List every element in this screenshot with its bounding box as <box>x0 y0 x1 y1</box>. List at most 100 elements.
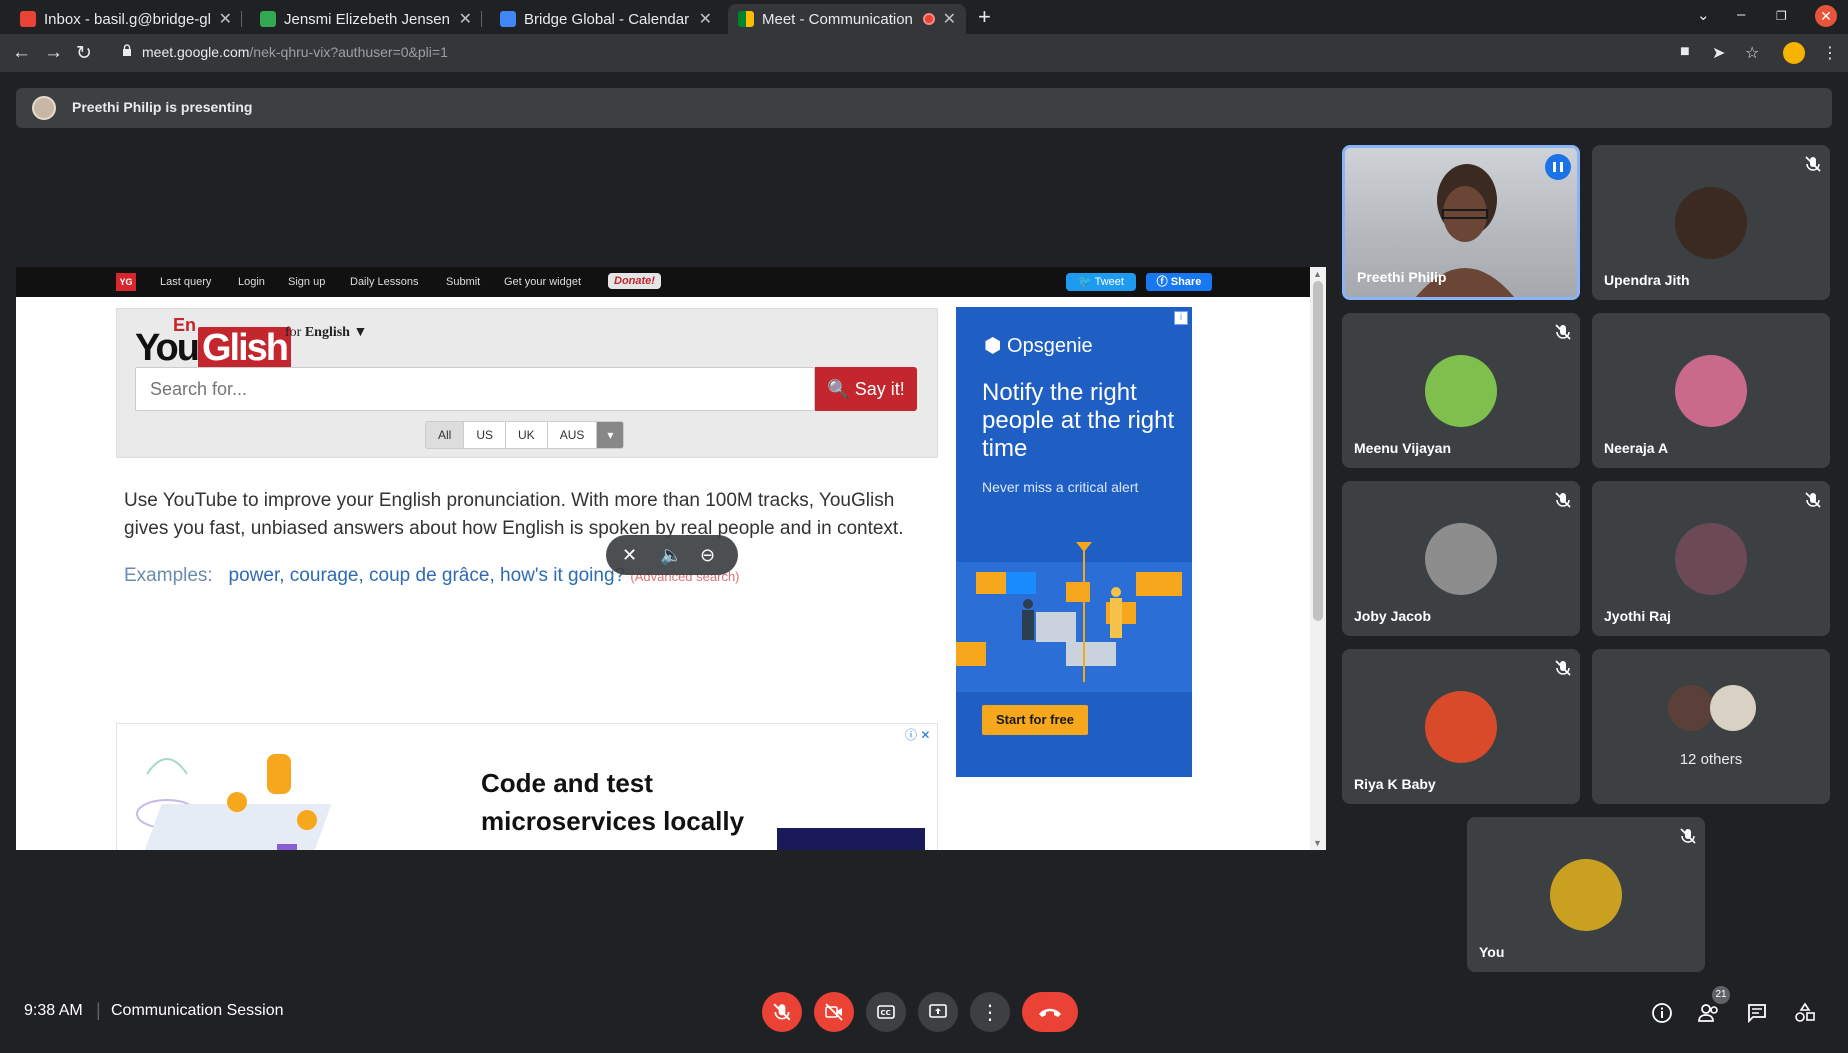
close-tab-icon[interactable]: ✕ <box>459 9 472 29</box>
star-icon[interactable]: ☆ <box>1745 43 1759 63</box>
nav-sign-up[interactable]: Sign up <box>288 276 325 288</box>
microservices-ad[interactable]: Code and test microservices locally ⓘ ✕ <box>116 723 938 850</box>
accent-dropdown-icon[interactable]: ▾ <box>597 422 624 448</box>
participant-tile-riya-k-baby[interactable]: Riya K Baby <box>1342 649 1580 804</box>
tab-calendar[interactable]: Bridge Global - Calendar ✕ <box>490 4 722 34</box>
participant-tile-others[interactable]: 12 others <box>1592 649 1830 804</box>
menu-icon[interactable]: ⋮ <box>1822 43 1838 63</box>
facebook-icon: ⓕ <box>1156 276 1168 288</box>
camera-toggle-button[interactable] <box>814 992 854 1032</box>
nav-daily-lessons[interactable]: Daily Lessons <box>350 276 418 288</box>
participant-tile-upendra-jith[interactable]: Upendra Jith <box>1592 145 1830 300</box>
tab-gmail[interactable]: Inbox - basil.g@bridge-gl ✕ <box>10 4 242 34</box>
restore-button[interactable]: ❐ <box>1776 9 1787 23</box>
svg-text:CC: CC <box>881 1009 891 1017</box>
people-icon[interactable] <box>1697 1002 1721 1024</box>
participant-tile-meenu-vijayan[interactable]: Meenu Vijayan <box>1342 313 1580 468</box>
address-bar[interactable]: meet.google.com/nek-qhru-vix?authuser=0&… <box>110 38 1675 68</box>
new-tab-button[interactable]: + <box>978 4 991 30</box>
chat-icon[interactable] <box>1746 1002 1768 1024</box>
example-links[interactable]: power, courage, coup de grâce, how's it … <box>229 565 626 586</box>
tab-jensmi[interactable]: Jensmi Elizebeth Jensen ✕ <box>250 4 482 34</box>
captions-button[interactable]: CC <box>866 992 906 1032</box>
calendar-icon <box>500 11 516 27</box>
participant-name: Upendra Jith <box>1604 272 1690 288</box>
participant-name: Neeraja A <box>1604 440 1669 456</box>
more-options-button[interactable]: ⋮ <box>970 992 1010 1032</box>
youglish-nav: YG Last query Login Sign up Daily Lesson… <box>16 267 1326 297</box>
info-icon[interactable] <box>1651 1002 1673 1024</box>
minimize-icon[interactable]: ⊖ <box>700 545 715 566</box>
browser-toolbar: ← → ↻ meet.google.com/nek-qhru-vix?authu… <box>0 34 1848 72</box>
avatar <box>1425 355 1497 427</box>
browser-tab-bar: Inbox - basil.g@bridge-gl ✕ Jensmi Elize… <box>0 0 1848 34</box>
participant-tile-joby-jacob[interactable]: Joby Jacob <box>1342 481 1580 636</box>
accent-aus[interactable]: AUS <box>547 422 598 448</box>
donate-button[interactable]: Donate! <box>608 273 661 289</box>
nav-get-widget[interactable]: Get your widget <box>504 276 581 288</box>
avatar <box>1675 355 1747 427</box>
send-icon[interactable]: ➤ <box>1712 43 1725 63</box>
participant-name: Preethi Philip <box>1357 269 1447 285</box>
nav-login[interactable]: Login <box>238 276 265 288</box>
ad-cta-button[interactable] <box>777 828 925 850</box>
participant-tile-you[interactable]: You <box>1467 817 1705 972</box>
ad-info-icon[interactable]: ⓘ ✕ <box>905 726 930 743</box>
mic-off-icon <box>1805 492 1821 508</box>
search-input[interactable] <box>135 367 815 411</box>
ad-illustration <box>956 542 1192 692</box>
participant-tile-preethi-philip[interactable]: Preethi Philip <box>1342 145 1580 300</box>
meeting-title: Communication Session <box>111 1002 284 1019</box>
present-icon <box>929 1004 947 1018</box>
accent-uk[interactable]: UK <box>506 422 548 448</box>
avatar <box>1425 523 1497 595</box>
avatar <box>32 96 56 120</box>
hang-up-icon <box>1039 1008 1061 1017</box>
ad-cta-button[interactable]: Start for free <box>982 705 1088 735</box>
accent-us[interactable]: US <box>464 422 507 448</box>
activities-icon[interactable] <box>1794 1002 1816 1024</box>
nav-submit[interactable]: Submit <box>446 276 480 288</box>
mic-off-icon <box>1555 660 1571 676</box>
participant-tile-jyothi-raj[interactable]: Jyothi Raj <box>1592 481 1830 636</box>
mic-off-icon <box>1555 492 1571 508</box>
language-selector[interactable]: for English ▼ <box>285 325 367 341</box>
tweet-button[interactable]: 🐦 Tweet <box>1066 273 1136 291</box>
participant-tile-neeraja-a[interactable]: Neeraja A <box>1592 313 1830 468</box>
gmail-icon <box>20 11 36 27</box>
mic-toggle-button[interactable] <box>762 992 802 1032</box>
facebook-share-button[interactable]: ⓕ Share <box>1146 273 1212 291</box>
youglish-small-logo[interactable]: YG <box>116 273 136 291</box>
others-count: 12 others <box>1679 751 1743 768</box>
participant-name: You <box>1479 944 1505 960</box>
accent-all[interactable]: All <box>426 422 465 448</box>
minimize-button[interactable]: – <box>1737 6 1745 23</box>
leave-call-button[interactable] <box>1022 992 1078 1032</box>
scrollbar-thumb <box>1313 281 1323 621</box>
close-tab-icon[interactable]: ✕ <box>943 9 956 29</box>
opsgenie-ad[interactable]: i ⬢ Opsgenie Notify the right people at … <box>956 307 1192 777</box>
lock-icon <box>123 44 131 56</box>
close-tab-icon[interactable]: ✕ <box>219 9 232 29</box>
close-tab-icon[interactable]: ✕ <box>699 9 712 29</box>
reload-icon[interactable]: ↻ <box>76 42 92 65</box>
pin-off-icon[interactable]: ✕ <box>622 545 637 566</box>
say-it-button[interactable]: 🔍 Say it! <box>815 367 917 411</box>
search-icon: 🔍 <box>827 379 850 399</box>
ad-info-icon[interactable]: i <box>1174 311 1188 325</box>
volume-icon[interactable]: 🔈 <box>660 545 682 566</box>
profile-avatar[interactable] <box>1783 42 1805 64</box>
presentation-float-controls: ✕ 🔈 ⊖ <box>606 535 738 575</box>
back-icon[interactable]: ← <box>12 42 31 64</box>
avatar <box>1425 691 1497 763</box>
tab-meet[interactable]: Meet - Communication ✕ <box>728 4 966 34</box>
camera-icon[interactable]: ■ <box>1680 43 1690 61</box>
url-path: /nek-qhru-vix?authuser=0&pli=1 <box>249 44 448 60</box>
tab-search-icon[interactable]: ⌄ <box>1697 6 1710 24</box>
recording-dot-icon <box>922 13 935 25</box>
opsgenie-icon: ⬢ <box>984 335 1002 357</box>
present-screen-button[interactable] <box>918 992 958 1032</box>
close-window-button[interactable]: ✕ <box>1815 5 1837 27</box>
forward-icon[interactable]: → <box>44 42 63 64</box>
nav-last-query[interactable]: Last query <box>160 276 211 288</box>
